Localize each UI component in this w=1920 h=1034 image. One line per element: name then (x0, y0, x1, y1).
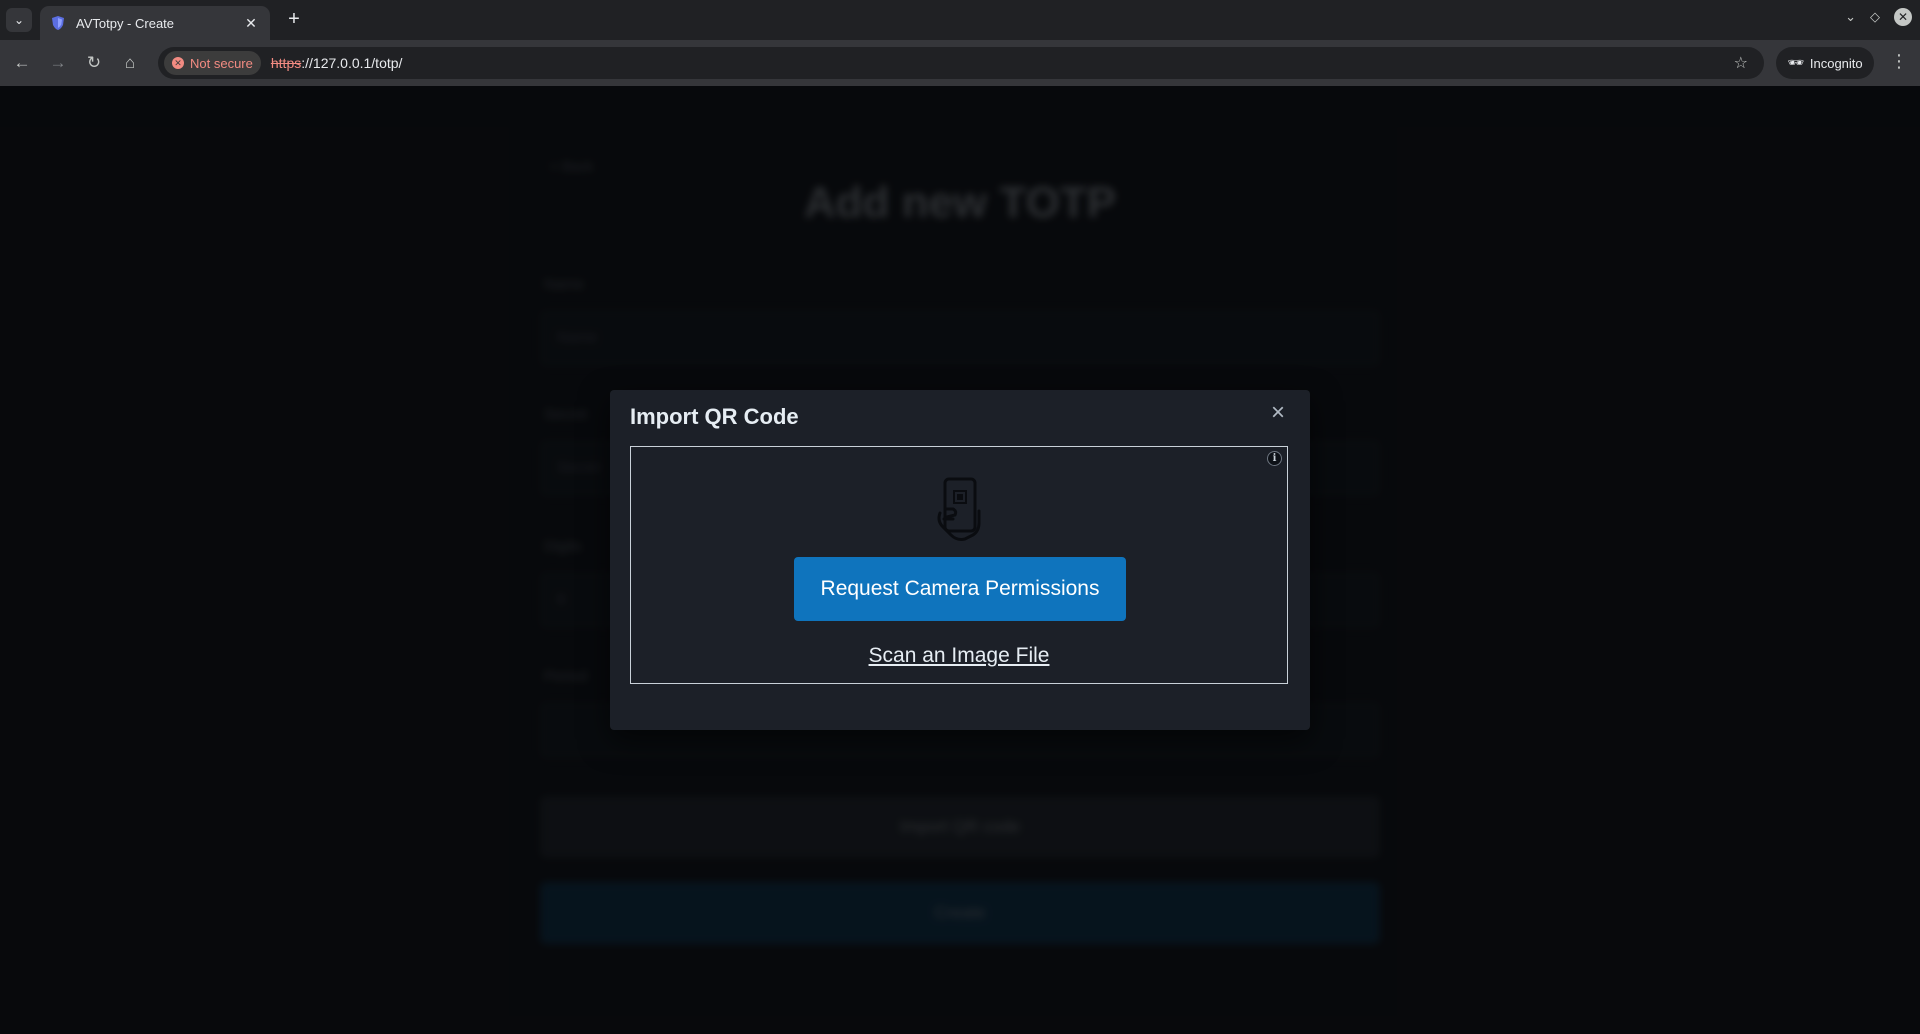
window-close-icon[interactable]: ✕ (1894, 8, 1912, 26)
incognito-icon: 🕶 (1787, 55, 1804, 70)
bookmark-star-icon[interactable]: ☆ (1734, 53, 1748, 73)
back-arrow-icon[interactable]: ← (10, 51, 34, 75)
new-tab-button[interactable]: + (282, 8, 306, 32)
extensions-diamond-icon[interactable]: ◇ (1870, 9, 1880, 25)
info-icon[interactable]: i (1267, 451, 1282, 466)
tab-close-icon[interactable]: ✕ (242, 15, 260, 32)
incognito-button[interactable]: 🕶 Incognito (1776, 47, 1874, 79)
home-icon[interactable]: ⌂ (118, 51, 142, 75)
qr-scanner-region: i Request Camera Permissions Scan an Ima… (630, 446, 1288, 684)
url-text[interactable]: https://127.0.0.1/totp/ (271, 55, 403, 71)
window-controls: ⌄ ◇ ✕ (1845, 8, 1912, 26)
address-bar[interactable]: ✕ Not secure https://127.0.0.1/totp/ ☆ (158, 47, 1764, 79)
reload-icon[interactable]: ↻ (82, 51, 106, 75)
tab-title: AVTotpy - Create (76, 15, 175, 31)
modal-title: Import QR Code (630, 404, 799, 429)
incognito-label: Incognito (1809, 55, 1863, 71)
security-label: Not secure (190, 55, 253, 71)
shield-favicon-icon (52, 16, 64, 30)
modal-close-icon[interactable]: × (1266, 400, 1290, 426)
browser-tabstrip: ⌄ AVTotpy - Create ✕ + ⌄ ◇ ✕ (0, 0, 1920, 40)
url-rest: ://127.0.0.1/totp/ (301, 55, 403, 71)
page-viewport: < Back Add new TOTP Name Name Secret Sec… (0, 86, 1920, 1034)
chevron-down-icon: ⌄ (13, 13, 25, 27)
more-menu-icon[interactable]: ⋮ (1890, 51, 1908, 72)
warning-x-icon: ✕ (172, 57, 184, 69)
browser-tab[interactable]: AVTotpy - Create ✕ (40, 6, 270, 40)
tab-list-icon[interactable]: ⌄ (1845, 9, 1856, 25)
forward-arrow-icon[interactable]: → (46, 51, 70, 75)
import-qr-modal: Import QR Code × i Request Camera Permis… (610, 390, 1310, 730)
security-chip[interactable]: ✕ Not secure (164, 51, 261, 75)
url-scheme: https (270, 55, 302, 71)
tab-search-button[interactable]: ⌄ (6, 8, 32, 32)
request-camera-permissions-button[interactable]: Request Camera Permissions (794, 557, 1126, 621)
scan-image-file-link[interactable]: Scan an Image File (631, 644, 1287, 668)
phone-qr-scan-icon (937, 477, 981, 541)
